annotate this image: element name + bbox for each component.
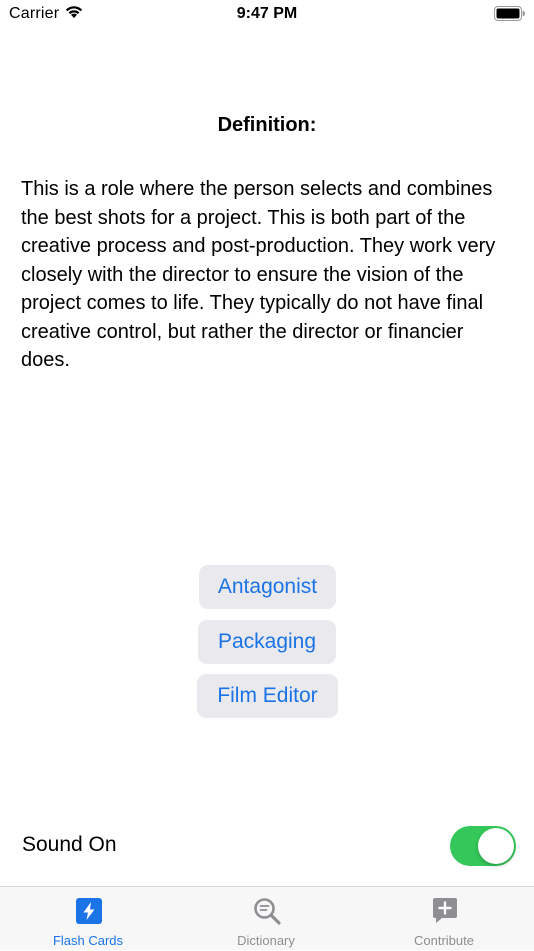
clock: 9:47 PM bbox=[236, 5, 298, 22]
answer-button-film-editor[interactable]: Film Editor bbox=[197, 674, 338, 718]
tab-contribute[interactable]: Contribute bbox=[356, 887, 534, 951]
status-bar: Carrier 9:47 PM bbox=[0, 0, 534, 30]
sound-label: Sound On bbox=[22, 833, 117, 856]
tab-label-dictionary: Dictionary bbox=[237, 933, 295, 948]
dictionary-search-icon bbox=[254, 898, 281, 925]
definition-text: This is a role where the person selects … bbox=[21, 178, 496, 371]
battery-icon bbox=[494, 6, 525, 21]
tab-label-flash-cards: Flash Cards bbox=[52, 933, 124, 948]
flash-cards-icon bbox=[76, 898, 102, 924]
definition-title: Definition: bbox=[217, 114, 317, 136]
tab-bar: Flash Cards Dictionary Contribute bbox=[0, 886, 534, 950]
tab-flash-cards[interactable]: Flash Cards bbox=[0, 887, 178, 951]
sound-toggle[interactable] bbox=[450, 826, 516, 866]
contribute-plus-icon bbox=[433, 898, 457, 923]
answer-button-antagonist[interactable]: Antagonist bbox=[199, 565, 336, 609]
tab-dictionary[interactable]: Dictionary bbox=[178, 887, 356, 951]
answer-button-packaging[interactable]: Packaging bbox=[198, 620, 336, 664]
tab-label-contribute: Contribute bbox=[414, 933, 474, 948]
sound-toggle-knob bbox=[478, 828, 514, 864]
